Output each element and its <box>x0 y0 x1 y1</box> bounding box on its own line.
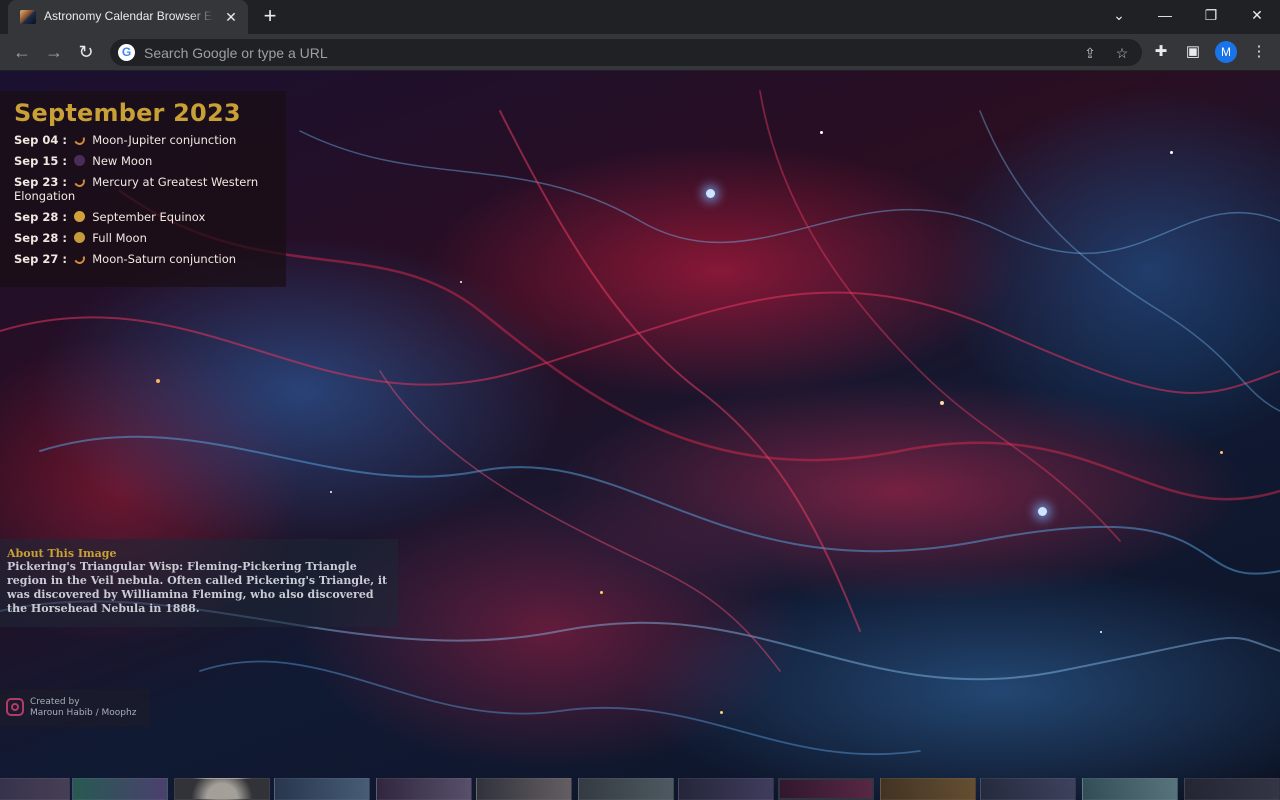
browser-toolbar: ← → ↻ G ⇪ ☆ ✚ ▣ M ⋮ <box>0 34 1280 71</box>
event-date: Sep 04 : <box>14 133 67 147</box>
star <box>156 379 160 383</box>
calendar-event: Sep 28 : September Equinox <box>14 210 272 224</box>
star <box>706 189 715 198</box>
about-image-panel: About This Image Pickering's Triangular … <box>0 539 398 627</box>
event-label: Moon-Saturn conjunction <box>92 252 237 266</box>
thumbnail-strip <box>0 778 1280 800</box>
conjunction-icon <box>72 132 87 147</box>
share-icon[interactable]: ⇪ <box>1080 43 1100 63</box>
extensions-puzzle-icon[interactable]: ✚ <box>1148 39 1174 65</box>
event-label: Moon-Jupiter conjunction <box>92 133 237 147</box>
star <box>1220 451 1223 454</box>
new-tab-button[interactable]: + <box>258 5 282 28</box>
credit-line-2: Maroun Habib / Moophz <box>30 708 137 718</box>
event-label: Full Moon <box>92 231 147 245</box>
star <box>460 281 462 283</box>
tab-title: Astronomy Calendar Browser Extension <box>44 9 214 23</box>
about-description: Pickering's Triangular Wisp: Fleming-Pic… <box>7 560 388 615</box>
tab-search-chevron-icon[interactable]: ⌄ <box>1096 0 1142 30</box>
star <box>1100 631 1102 633</box>
thumbnail[interactable] <box>578 778 674 800</box>
equinox-icon <box>73 211 85 222</box>
omnibox-input[interactable] <box>142 39 942 66</box>
event-date: Sep 28 : <box>14 231 67 245</box>
thumbnail[interactable] <box>880 778 976 800</box>
star <box>600 591 603 594</box>
restore-button[interactable]: ❐ <box>1188 0 1234 30</box>
forward-button[interactable]: → <box>40 38 68 66</box>
thumbnail[interactable] <box>476 778 572 800</box>
star <box>720 711 723 714</box>
event-date: Sep 27 : <box>14 252 67 266</box>
reload-button[interactable]: ↻ <box>72 38 100 66</box>
calendar-event: Sep 28 : Full Moon <box>14 231 272 245</box>
bookmark-star-icon[interactable]: ☆ <box>1112 43 1132 63</box>
google-icon: G <box>118 44 135 61</box>
conjunction-icon <box>72 251 87 266</box>
calendar-event: Sep 27 : Moon-Saturn conjunction <box>14 251 272 266</box>
calendar-event: Sep 23 : Mercury at Greatest Western Elo… <box>14 174 272 203</box>
back-button[interactable]: ← <box>8 38 36 66</box>
thumbnail[interactable] <box>174 778 270 800</box>
profile-avatar[interactable]: M <box>1215 41 1237 63</box>
creator-credit[interactable]: Created by Maroun Habib / Moophz <box>0 689 150 727</box>
extension-favicon-icon <box>20 10 36 24</box>
astronomy-calendar-panel: September 2023 Sep 04 : Moon-Jupiter con… <box>0 91 286 287</box>
new-moon-icon <box>73 155 85 166</box>
event-label: New Moon <box>92 154 153 168</box>
new-tab-page: September 2023 Sep 04 : Moon-Jupiter con… <box>0 71 1280 800</box>
calendar-event: Sep 15 : New Moon <box>14 154 272 168</box>
about-heading: About This Image <box>7 547 117 560</box>
star <box>330 491 332 493</box>
star <box>1170 151 1173 154</box>
close-tab-icon[interactable]: ✕ <box>222 8 240 26</box>
menu-kebab-icon[interactable]: ⋮ <box>1246 39 1272 65</box>
browser-tab[interactable]: Astronomy Calendar Browser Extension ✕ <box>8 0 248 34</box>
thumbnail[interactable] <box>980 778 1076 800</box>
instagram-icon[interactable] <box>6 698 24 716</box>
calendar-title: September 2023 <box>14 99 241 127</box>
tab-strip: Astronomy Calendar Browser Extension ✕ +… <box>0 0 1280 34</box>
thumbnail[interactable] <box>1184 778 1280 800</box>
thumbnail[interactable] <box>0 778 70 800</box>
event-date: Sep 28 : <box>14 210 67 224</box>
credit-line-1: Created by <box>30 697 80 707</box>
star <box>940 401 944 405</box>
thumbnail[interactable] <box>376 778 472 800</box>
side-panel-icon[interactable]: ▣ <box>1180 39 1206 65</box>
event-date: Sep 15 : <box>14 154 67 168</box>
thumbnail[interactable] <box>1082 778 1178 800</box>
credit-text: Created by Maroun Habib / Moophz <box>30 697 136 719</box>
star <box>820 131 823 134</box>
minimize-button[interactable]: — <box>1142 0 1188 30</box>
star <box>1038 507 1047 516</box>
thumbnail[interactable] <box>72 778 168 800</box>
event-label: September Equinox <box>92 210 206 224</box>
event-date: Sep 23 : <box>14 175 67 189</box>
close-window-button[interactable]: ✕ <box>1234 0 1280 30</box>
conjunction-icon <box>72 174 87 189</box>
thumbnail-active[interactable] <box>778 778 874 800</box>
thumbnail[interactable] <box>274 778 370 800</box>
address-bar[interactable]: G ⇪ ☆ <box>110 39 1142 66</box>
thumbnail[interactable] <box>678 778 774 800</box>
full-moon-icon <box>73 232 85 243</box>
calendar-event: Sep 04 : Moon-Jupiter conjunction <box>14 132 272 147</box>
